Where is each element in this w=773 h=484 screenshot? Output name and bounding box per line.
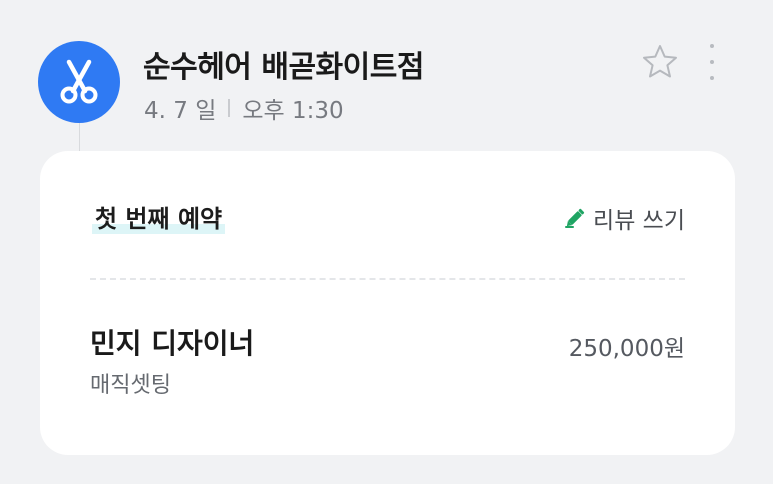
designer-name: 민지 디자이너 — [90, 327, 255, 360]
reservation-datetime: 4. 7 일 오후 1:30 — [144, 91, 344, 125]
shop-avatar[interactable] — [38, 41, 120, 123]
service-name: 매직셋팅 — [90, 373, 171, 398]
reservation-time: 오후 1:30 — [242, 98, 344, 124]
reservation-date: 4. 7 일 — [144, 98, 217, 124]
service-price: 250,000원 — [568, 336, 685, 362]
pencil-icon — [565, 208, 585, 228]
write-review-button[interactable]: 리뷰 쓰기 — [563, 201, 685, 235]
more-vertical-icon[interactable] — [700, 44, 724, 80]
shop-name[interactable]: 순수헤어 배곧화이트점 — [143, 42, 424, 86]
meta-separator — [228, 99, 231, 117]
star-icon[interactable] — [641, 43, 679, 81]
reservation-badge: 첫 번째 예약 — [92, 199, 226, 234]
scissors-icon — [60, 59, 98, 104]
timeline-connector — [79, 122, 80, 152]
reservation-card[interactable]: 첫 번째 예약 리뷰 쓰기 민지 디자이너 매직셋팅 250,000원 — [40, 151, 735, 455]
dashed-divider — [90, 278, 685, 280]
write-review-label: 리뷰 쓰기 — [593, 208, 685, 234]
